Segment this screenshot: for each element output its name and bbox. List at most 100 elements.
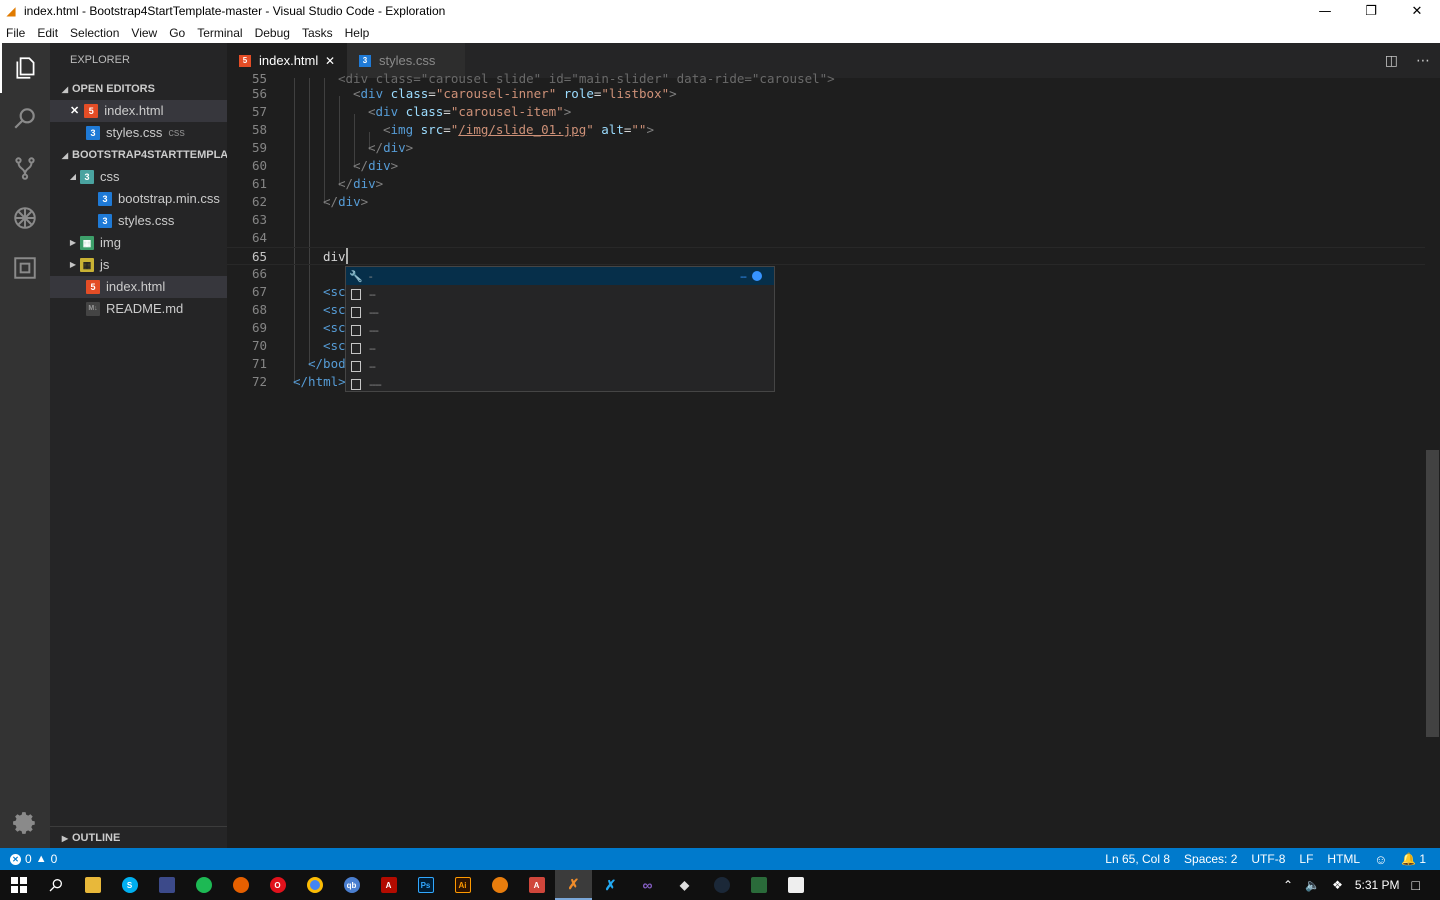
search-icon[interactable] [0, 93, 50, 143]
photoshop-icon[interactable]: Ps [407, 870, 444, 900]
menu-file[interactable]: File [0, 26, 31, 40]
debug-icon[interactable] [0, 193, 50, 243]
firefox-icon[interactable] [222, 870, 259, 900]
source-control-icon[interactable] [0, 143, 50, 193]
system-tray: ⌃ 🔈 ❖ 5:31 PM □ [1283, 877, 1440, 893]
skype-icon[interactable]: S [111, 870, 148, 900]
blender-icon[interactable] [481, 870, 518, 900]
open-editor-label: index.html [104, 103, 164, 118]
chevron-right-icon: ▶ [69, 260, 77, 269]
code-editor[interactable]: 55 <div class="carousel slide" id="main-s… [227, 71, 1440, 848]
menu-selection[interactable]: Selection [64, 26, 125, 40]
search-icon[interactable] [37, 870, 74, 900]
acrobat-icon[interactable]: A [370, 870, 407, 900]
snippet-icon [351, 360, 361, 372]
suggestion-item[interactable]: --- [346, 303, 774, 321]
spotify-icon[interactable] [185, 870, 222, 900]
menu-tasks[interactable]: Tasks [296, 26, 339, 40]
css-file-icon: 3 [359, 54, 371, 67]
chevron-right-icon: ▶ [61, 834, 69, 843]
steam-icon[interactable] [703, 870, 740, 900]
close-window-button[interactable]: ✕ [1394, 0, 1440, 22]
menu-debug[interactable]: Debug [249, 26, 296, 40]
open-editor-index-html[interactable]: ✕ 5 index.html [50, 100, 227, 122]
close-tab-icon[interactable]: ✕ [325, 54, 335, 68]
settings-gear-icon[interactable] [0, 798, 50, 848]
chevron-down-icon: ◢ [69, 172, 77, 181]
chevron-down-icon: ◢ [61, 85, 69, 94]
more-actions-icon[interactable]: ⋯ [1416, 53, 1430, 69]
suggestion-item[interactable]: ---- [346, 375, 774, 393]
tree-file-index-html[interactable]: 5 index.html [50, 276, 227, 298]
suggestion-widget: 🔧 - -- -- --- --- -- -- ---- [345, 266, 775, 392]
line-ending[interactable]: LF [1299, 852, 1313, 866]
code-line: 60 </div> [251, 158, 399, 173]
video-editor-icon[interactable] [777, 870, 814, 900]
vscode-icon[interactable]: ✗ [592, 870, 629, 900]
css-folder-icon: 3 [80, 170, 94, 184]
notifications-indicator[interactable]: 🔔 1 [1401, 852, 1426, 866]
unity-icon[interactable]: ◆ [666, 870, 703, 900]
code-line: 57 <div class="carousel-item"> [251, 104, 572, 119]
menu-edit[interactable]: Edit [31, 26, 64, 40]
outline-section[interactable]: ▶ OUTLINE [50, 826, 227, 848]
minimize-button[interactable]: — [1302, 0, 1348, 22]
dropbox-icon[interactable]: ❖ [1332, 878, 1343, 892]
clock[interactable]: 5:31 PM [1355, 878, 1400, 892]
cursor-position[interactable]: Ln 65, Col 8 [1105, 852, 1170, 866]
remote-desktop-icon[interactable] [148, 870, 185, 900]
action-center-icon[interactable]: □ [1412, 877, 1420, 893]
file-explorer-icon[interactable] [74, 870, 111, 900]
js-folder-icon: ▦ [80, 258, 94, 272]
menu-terminal[interactable]: Terminal [191, 26, 248, 40]
illustrator-icon[interactable]: Ai [444, 870, 481, 900]
menu-view[interactable]: View [125, 26, 163, 40]
windows-start-icon[interactable] [0, 870, 37, 900]
visual-studio-icon[interactable]: ∞ [629, 870, 666, 900]
suggestion-item[interactable]: -- [346, 339, 774, 357]
suggestion-item[interactable]: --- [346, 321, 774, 339]
editor-scrollbar-thumb[interactable] [1426, 450, 1439, 737]
split-editor-icon[interactable]: ◫ [1385, 53, 1398, 69]
encoding[interactable]: UTF-8 [1251, 852, 1285, 866]
menu-help[interactable]: Help [339, 26, 376, 40]
suggestion-item-selected[interactable]: 🔧 - -- [346, 267, 774, 285]
tree-file-styles-css[interactable]: 3 styles.css [50, 210, 227, 232]
code-line: 62 </div> [251, 194, 369, 209]
warning-count: 0 [50, 852, 58, 866]
indentation[interactable]: Spaces: 2 [1184, 852, 1237, 866]
snippet-icon [351, 378, 361, 390]
vscode-exploration-icon[interactable]: ✗ [555, 870, 592, 900]
suggestion-item[interactable]: -- [346, 285, 774, 303]
problems-indicator[interactable]: ✕ 0 ▲ 0 [0, 852, 57, 866]
restore-button[interactable]: ❐ [1348, 0, 1394, 22]
feedback-smiley-icon[interactable]: ☺ [1374, 852, 1387, 867]
opera-icon[interactable]: O [259, 870, 296, 900]
code-line: 61 </div> [251, 176, 384, 191]
extensions-icon[interactable] [0, 243, 50, 293]
app-icon[interactable] [740, 870, 777, 900]
markdown-file-icon: M↓ [86, 302, 100, 316]
chrome-icon[interactable] [296, 870, 333, 900]
tree-file-bootstrap-min-css[interactable]: 3 bootstrap.min.css [50, 188, 227, 210]
tree-folder-js[interactable]: ▶ ▦ js [50, 254, 227, 276]
language-mode[interactable]: HTML [1327, 852, 1360, 866]
project-section[interactable]: ◢ BOOTSTRAP4STARTTEMPLA... [50, 144, 227, 166]
volume-icon[interactable]: 🔈 [1305, 878, 1320, 892]
tree-file-readme-md[interactable]: M↓ README.md [50, 298, 227, 320]
close-editor-icon[interactable]: ✕ [70, 100, 79, 122]
code-line: 63 [251, 212, 267, 227]
tree-folder-img[interactable]: ▶ ▦ img [50, 232, 227, 254]
open-editor-styles-css[interactable]: 3 styles.css css [50, 122, 227, 144]
menu-go[interactable]: Go [163, 26, 191, 40]
acrobat-reader-icon[interactable]: A [518, 870, 555, 900]
tree-folder-css[interactable]: ◢ 3 css [50, 166, 227, 188]
qbittorrent-icon[interactable]: qb [333, 870, 370, 900]
open-editor-folder-hint: css [168, 127, 185, 139]
activity-bar [0, 43, 50, 848]
open-editors-section[interactable]: ◢ OPEN EDITORS [50, 78, 227, 100]
info-icon[interactable] [752, 271, 762, 281]
chevron-up-icon[interactable]: ⌃ [1283, 878, 1293, 892]
explorer-icon[interactable] [0, 43, 50, 93]
suggestion-item[interactable]: -- [346, 357, 774, 375]
